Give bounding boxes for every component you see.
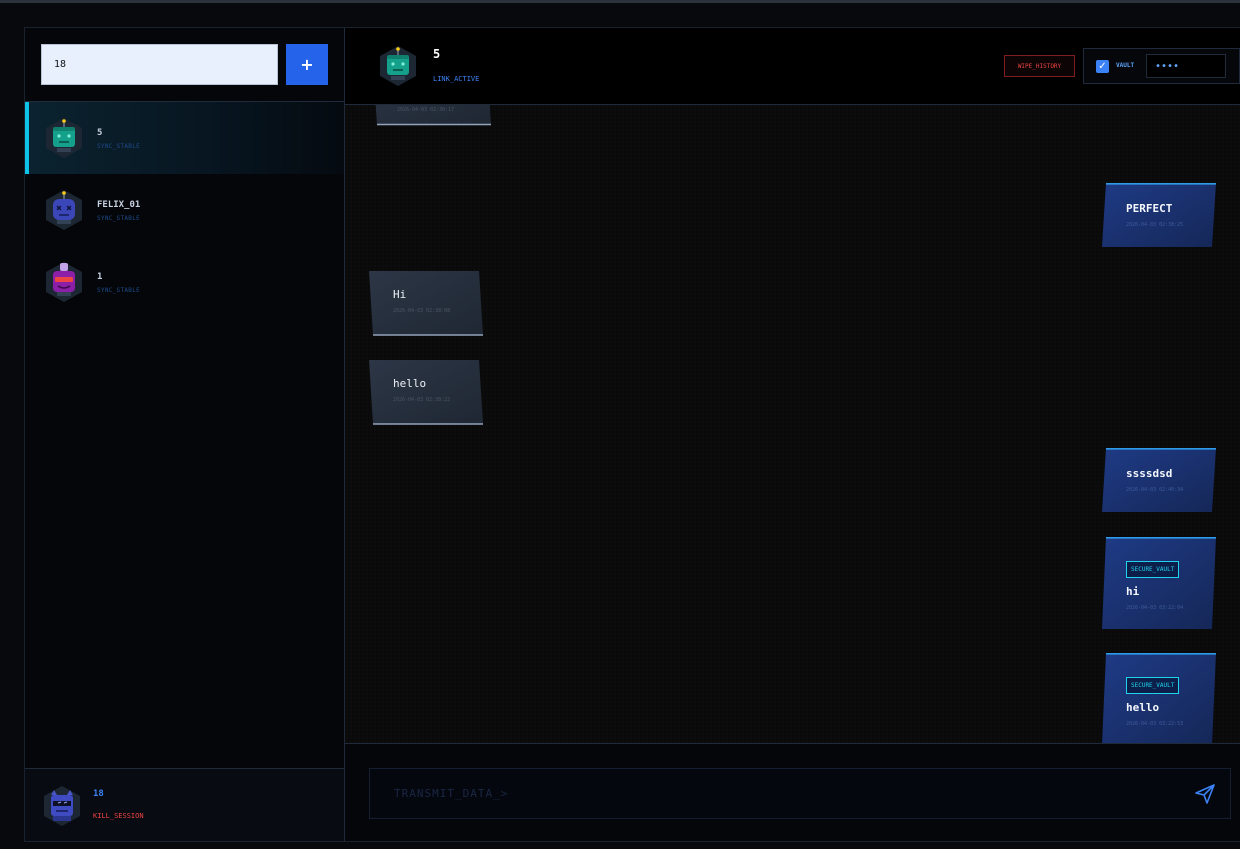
window-top-border — [0, 0, 1240, 3]
message-text: hello — [1126, 701, 1160, 714]
link-status: LINK_ACTIVE — [433, 75, 480, 83]
vault-controls: ✓ VAULT — [1083, 48, 1240, 84]
contact-status: SYNC_STABLE — [97, 215, 141, 222]
message-text: ssssdsd — [1126, 467, 1173, 480]
contact-name: 1 — [97, 272, 103, 282]
message-bubble: 2026-04-03 02:30:17 — [373, 105, 491, 159]
bubble-shape — [369, 360, 483, 425]
vault-label: VAULT — [1116, 62, 1135, 69]
chat-header: 5 LINK_ACTIVE WIPE_HISTORY ✓ VAULT — [345, 28, 1240, 105]
message-bubble: SECURE_VAULT hello 2026-04-03 03:22:53 — [1102, 653, 1216, 743]
contact-id-input[interactable] — [41, 44, 278, 85]
send-icon[interactable] — [1193, 782, 1217, 806]
bubble-shape — [375, 105, 491, 126]
bubble-shape — [369, 271, 483, 336]
contact-name: FELIX_01 — [97, 200, 141, 210]
contact-name: 5 — [97, 128, 103, 138]
message-timestamp: 2026-04-03 02:38:22 — [393, 397, 451, 403]
chat-panel: 5 LINK_ACTIVE WIPE_HISTORY ✓ VAULT 2026-… — [345, 28, 1240, 841]
message-list: 2026-04-03 02:30:17 PERFECT 2026-04-03 0… — [345, 105, 1240, 743]
teal-robot-icon — [380, 46, 416, 86]
sidebar: + 5 SYNC_STABLE — [25, 28, 345, 841]
message-text: PERFECT — [1126, 202, 1173, 215]
bubble-shape — [1102, 537, 1216, 629]
bubble-shape — [1102, 653, 1216, 743]
message-timestamp: 2026-04-03 02:40:34 — [1126, 487, 1184, 493]
secure-vault-badge: SECURE_VAULT — [1126, 677, 1180, 694]
kill-session-link[interactable]: KILL_SESSION — [93, 812, 144, 820]
message-composer — [345, 743, 1240, 841]
current-user-panel: 18 KILL_SESSION — [25, 768, 344, 841]
message-timestamp: 2026-04-03 02:38:25 — [1126, 222, 1184, 228]
message-bubble: PERFECT 2026-04-03 02:38:25 — [1102, 183, 1216, 247]
vault-key-input[interactable] — [1146, 54, 1226, 78]
bubble-shape — [1102, 448, 1216, 512]
blue-robot-icon — [46, 190, 82, 230]
message-timestamp: 2026-04-03 02:30:17 — [397, 107, 455, 113]
add-contact-button[interactable]: + — [286, 44, 328, 85]
message-text: hello — [393, 377, 427, 390]
purple-robot-icon — [46, 262, 82, 302]
message-text: Hi — [393, 288, 407, 301]
add-contact-bar: + — [25, 28, 344, 102]
current-user-id: 18 — [93, 789, 104, 799]
teal-robot-icon — [46, 118, 82, 158]
message-bubble: hello 2026-04-03 02:38:22 — [369, 360, 483, 425]
contact-item-1[interactable]: 1 SYNC_STABLE — [25, 246, 344, 318]
contact-status: SYNC_STABLE — [97, 287, 141, 294]
message-input[interactable] — [369, 768, 1231, 819]
message-bubble: Hi 2026-04-03 02:38:08 — [369, 271, 483, 336]
message-timestamp: 2026-04-03 02:38:08 — [393, 308, 451, 314]
message-text: hi — [1126, 585, 1140, 598]
secure-vault-badge: SECURE_VAULT — [1126, 561, 1180, 578]
message-timestamp: 2026-04-03 03:22:04 — [1126, 605, 1184, 611]
indigo-robot-icon — [44, 786, 80, 826]
contact-item-felix-01[interactable]: FELIX_01 SYNC_STABLE — [25, 174, 344, 246]
message-bubble: ssssdsd 2026-04-03 02:40:34 — [1102, 448, 1216, 512]
active-indicator — [25, 102, 29, 174]
contact-item-5[interactable]: 5 SYNC_STABLE — [25, 102, 344, 174]
message-bubble: SECURE_VAULT hi 2026-04-03 03:22:04 — [1102, 537, 1216, 629]
contact-status: SYNC_STABLE — [97, 143, 141, 150]
vault-checkbox[interactable]: ✓ — [1096, 60, 1109, 73]
message-timestamp: 2026-04-03 03:22:53 — [1126, 721, 1184, 727]
chat-contact-name: 5 — [433, 47, 441, 61]
wipe-history-button[interactable]: WIPE_HISTORY — [1004, 55, 1075, 77]
app-frame: + 5 SYNC_STABLE — [24, 27, 1240, 842]
bubble-shape — [1102, 183, 1216, 247]
